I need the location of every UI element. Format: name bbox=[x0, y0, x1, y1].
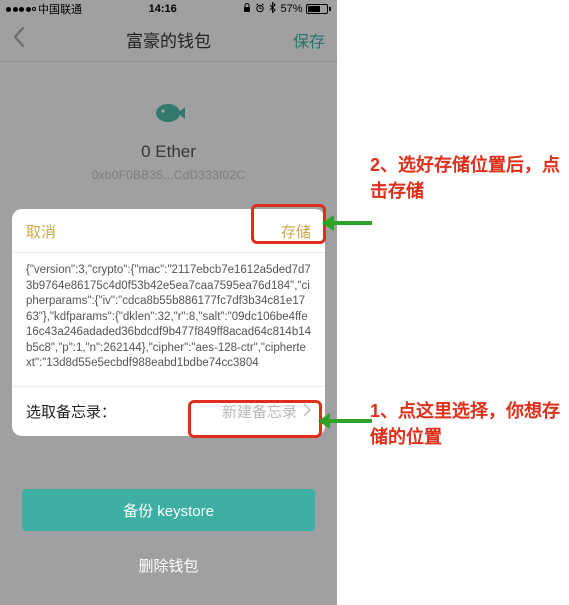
export-sheet: 取消 存储 {"version":3,"crypto":{"mac":"2117… bbox=[12, 209, 325, 436]
sheet-header: 取消 存储 bbox=[12, 209, 325, 252]
delete-wallet-button[interactable]: 删除钱包 bbox=[22, 544, 315, 586]
keystore-json-text: {"version":3,"crypto":{"mac":"2117ebcb7e… bbox=[12, 252, 325, 386]
phone-frame: 中国联通 14:16 57% 富豪的钱包 保存 bbox=[0, 0, 337, 605]
annotation-1: 1、点这里选择，你想存储的位置 bbox=[370, 398, 569, 450]
cancel-button[interactable]: 取消 bbox=[26, 221, 56, 242]
memo-value: 新建备忘录 bbox=[222, 401, 311, 422]
memo-selector[interactable]: 选取备忘录： 新建备忘录 bbox=[12, 386, 325, 436]
annotation-2: 2、选好存储位置后，点击存储 bbox=[370, 152, 569, 204]
memo-label: 选取备忘录： bbox=[26, 401, 116, 422]
store-button[interactable]: 存储 bbox=[281, 221, 311, 242]
backup-keystore-button[interactable]: 备份 keystore bbox=[22, 489, 315, 531]
chevron-right-icon bbox=[303, 401, 311, 422]
